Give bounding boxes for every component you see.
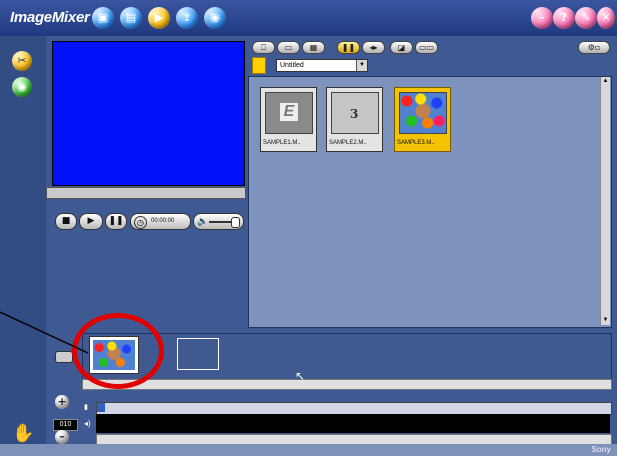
clock-icon: ◷	[134, 216, 147, 229]
app-logo: ImageMixer	[10, 9, 90, 26]
pause-button[interactable]: ❚❚	[105, 213, 127, 230]
help-icon[interactable]: ?	[553, 7, 575, 29]
mouse-cursor-icon: ↖	[295, 369, 306, 383]
scissors-icon[interactable]: ✂	[12, 51, 32, 71]
volume-control[interactable]: 🔈	[193, 213, 244, 230]
play-button[interactable]: ▶	[79, 213, 103, 230]
chevron-down-icon: ▼	[356, 60, 367, 71]
photo-icon[interactable]: ◉	[204, 7, 226, 29]
movie-icon[interactable]: ▶	[148, 7, 170, 29]
title-bar: ImageMixer ▣ ▤ ▶ ⇪ ◉ – ? ✎ ✕	[0, 0, 617, 36]
album-select[interactable]: Untitled ▼	[276, 59, 368, 72]
thumbnail-image: E	[265, 92, 313, 134]
brand-logo: Sony	[591, 445, 611, 454]
close-icon[interactable]: ✕	[597, 7, 615, 29]
media-thumbnail[interactable]: 3 SAMPLE2.M..	[326, 87, 383, 152]
status-bar: Sony	[0, 444, 617, 456]
video-preview	[52, 41, 245, 186]
album-icon[interactable]: ▤	[120, 7, 142, 29]
thumbnail-label: SAMPLE3.M..	[397, 140, 435, 146]
left-toolbar: ✂ ◉ ✋	[0, 36, 46, 456]
eye-icon[interactable]: ◉	[12, 77, 32, 97]
speaker-icon: 🔈	[197, 216, 209, 226]
view-list-button[interactable]: ◂▸	[362, 41, 385, 54]
media-thumbnail[interactable]: E SAMPLE1.M..	[260, 87, 317, 152]
scroll-up-icon[interactable]: ▲	[601, 77, 610, 86]
volume-knob[interactable]	[231, 217, 240, 228]
tools-icon[interactable]: ✎	[575, 7, 597, 29]
thumbnail-label: SAMPLE1.M..	[263, 140, 301, 146]
media-thumbnail-selected[interactable]: SAMPLE3.M..	[394, 87, 451, 152]
slideshow-button[interactable]: ▭▭	[415, 41, 438, 54]
browser-vertical-scrollbar[interactable]: ▲ ▼	[600, 77, 610, 325]
view-thumbs-button[interactable]: ❚❚	[337, 41, 360, 54]
zoom-in-button[interactable]: +	[55, 395, 69, 409]
empty-clip-slot[interactable]	[177, 338, 219, 370]
imagemixer-window: ImageMixer ▣ ▤ ▶ ⇪ ◉ – ? ✎ ✕ ✂ ◉ ✋ ■ ▶ ❚…	[0, 0, 617, 456]
open-album-button[interactable]: ▭	[277, 41, 300, 54]
seek-bar[interactable]	[46, 187, 246, 199]
export-icon[interactable]: ⇪	[176, 7, 198, 29]
album-settings-button[interactable]: ⚙▫	[578, 41, 610, 54]
thumbnail-label: SAMPLE2.M..	[329, 140, 367, 146]
stop-button[interactable]: ■	[55, 213, 77, 230]
audio-track-icon: ◂)	[84, 419, 91, 428]
timecode-text: 00:00:00	[151, 218, 175, 224]
callout-line	[0, 311, 89, 354]
save-album-button[interactable]: ▦	[302, 41, 325, 54]
video-track-icon: ▮	[84, 404, 88, 411]
album-select-value: Untitled	[280, 62, 304, 69]
timeline-track	[96, 414, 610, 433]
view-detail-button[interactable]: ◪	[390, 41, 413, 54]
new-album-button[interactable]: ⎕	[252, 41, 275, 54]
scroll-down-icon[interactable]: ▼	[601, 316, 610, 325]
import-icon[interactable]: ▣	[92, 7, 114, 29]
playhead[interactable]	[97, 403, 105, 412]
timecode-display: ◷ 00:00:00	[130, 213, 191, 230]
timeline-horizontal-scrollbar[interactable]	[82, 379, 612, 390]
zoom-out-button[interactable]: –	[55, 430, 69, 444]
album-book-icon	[252, 57, 266, 74]
thumbnail-image: 3	[331, 92, 379, 134]
thumbnail-image	[399, 92, 447, 134]
hand-tool-icon[interactable]: ✋	[12, 423, 36, 445]
minimize-icon[interactable]: –	[531, 7, 553, 29]
